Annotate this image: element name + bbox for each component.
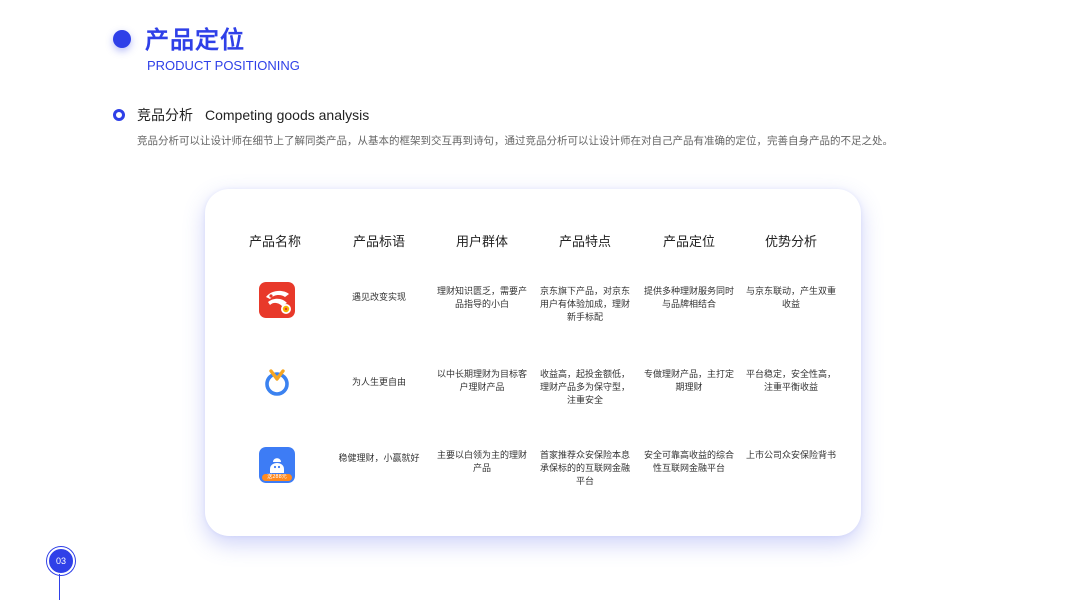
row2-slogan: 为人生更自由: [351, 378, 406, 388]
page-indicator-line: [59, 574, 60, 600]
column-header-audience: 用户群体: [455, 235, 508, 250]
row2-advantages: 平台稳定，安全性高，注重平衡收益: [745, 370, 836, 393]
page-title: 产品定位: [145, 26, 245, 54]
title-bullet-dot: [113, 30, 131, 48]
row2-positioning: 专做理财产品，主打定期理财: [643, 370, 734, 393]
page-number-badge: 03: [47, 547, 75, 575]
row2-audience: 以中长期理财为目标客户理财产品: [436, 370, 527, 393]
row3-audience: 主要以白领为主的理财产品: [436, 451, 527, 474]
yingmi-app-icon: [259, 364, 295, 400]
row2-features: 收益高，起投金额低，理财产品多为保守型，注重安全: [539, 370, 630, 406]
column-header-features: 产品特点: [558, 235, 611, 250]
row1-positioning: 提供多种理财服务同时与品牌相结合: [643, 287, 734, 310]
section-description: 竞品分析可以让设计师在细节上了解同类产品，从基本的框架到交互再到诗句，通过竞品分…: [137, 135, 893, 147]
row1-features: 京东旗下产品，对京东用户有体验加成，理财新手标配: [539, 287, 630, 323]
row3-positioning: 安全可靠高收益的综合性互联网金融平台: [643, 451, 734, 474]
section-heading: 竞品分析 Competing goods analysis: [137, 106, 369, 125]
section-title-en: Competing goods analysis: [205, 107, 370, 123]
row3-slogan: 稳健理财，小赢就好: [338, 454, 420, 464]
app-icon-promo-badge: 送288元: [267, 474, 287, 480]
column-header-positioning: 产品定位: [662, 235, 715, 250]
row1-advantages: 与京东联动，产生双重收益: [745, 287, 836, 310]
row1-audience: 理财知识匮乏，需要产品指导的小白: [436, 287, 527, 310]
column-header-product-name: 产品名称: [248, 235, 301, 250]
zhongan-wallet-app-icon: 送288元: [259, 447, 295, 483]
row3-features: 首家推荐众安保险本息承保标的的互联网金融平台: [539, 451, 630, 487]
row1-slogan: 遇见改变实现: [351, 293, 406, 303]
comparison-card: 产品名称 产品标语 用户群体 产品特点 产品定位 优势分析 遇见改变实现 理财知…: [205, 189, 861, 536]
section-title-cn: 竞品分析: [137, 108, 193, 124]
page-subtitle: PRODUCT POSITIONING: [147, 58, 300, 73]
section-bullet-ring: [113, 109, 125, 121]
jd-finance-app-icon: [259, 282, 295, 318]
row3-advantages: 上市公司众安保险背书: [745, 451, 836, 461]
column-header-advantages: 优势分析: [764, 235, 817, 250]
column-header-slogan: 产品标语: [352, 235, 405, 250]
